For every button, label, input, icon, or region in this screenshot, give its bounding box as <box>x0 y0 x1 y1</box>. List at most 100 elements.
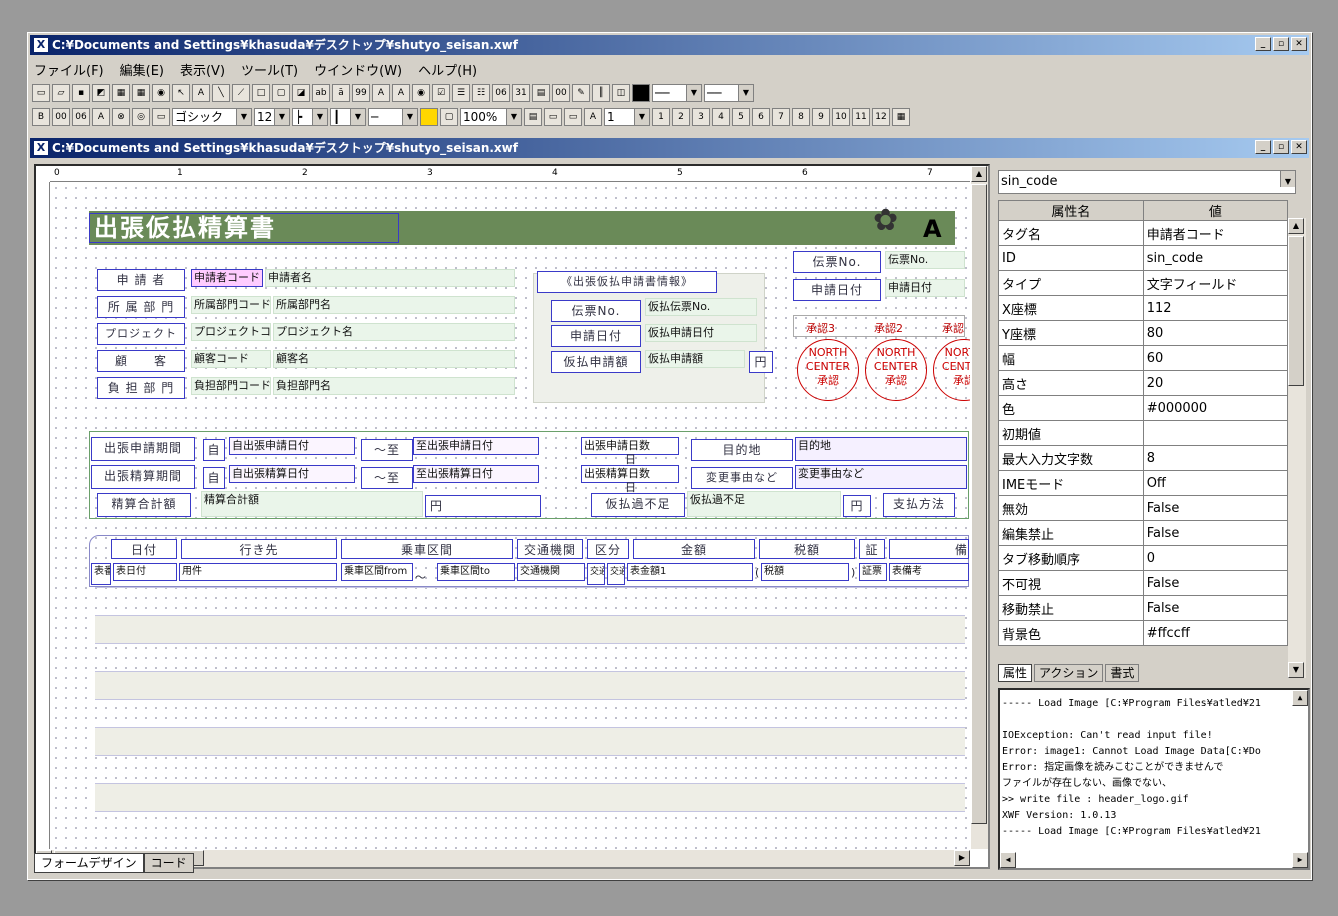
cell-route-from[interactable]: 乗車区間from <box>341 563 413 581</box>
clear-icon[interactable]: ⊗ <box>112 108 130 126</box>
label-settle-period[interactable]: 出張精算期間 <box>91 465 195 489</box>
rect-icon[interactable]: □ <box>252 84 270 102</box>
prop-scroll-down-icon[interactable]: ▼ <box>1288 662 1304 678</box>
property-row[interactable]: 幅 60 <box>998 345 1289 371</box>
property-row[interactable]: 背景色 #ffccff <box>998 620 1289 646</box>
grid-icon[interactable]: ▦ <box>132 84 150 102</box>
designer-vscroll[interactable]: ▲ <box>971 166 988 849</box>
ab-icon[interactable]: ab <box>312 84 330 102</box>
label-to-2[interactable]: ～至 <box>361 467 413 489</box>
property-row[interactable]: 高さ 20 <box>998 370 1289 396</box>
property-row[interactable]: X座標 112 <box>998 295 1289 321</box>
doc-close-button[interactable]: ✕ <box>1291 140 1307 154</box>
page8-icon[interactable]: 8 <box>792 108 810 126</box>
checkbox-icon[interactable]: ☑ <box>432 84 450 102</box>
property-value[interactable]: 60 <box>1142 345 1289 371</box>
property-value[interactable]: sin_code <box>1142 245 1289 271</box>
property-value[interactable]: False <box>1142 520 1289 546</box>
log-scroll-left-icon[interactable]: ◀ <box>1000 852 1016 868</box>
property-value[interactable]: 112 <box>1142 295 1289 321</box>
field-destination[interactable]: 目的地 <box>795 437 967 461</box>
field-applicant-code[interactable]: 申請者コード <box>191 269 263 287</box>
log-scroll-up-icon[interactable]: ▲ <box>1292 690 1308 706</box>
barcode-icon[interactable]: ║ <box>592 84 610 102</box>
label-icon[interactable]: A <box>392 84 410 102</box>
text-icon[interactable]: A <box>192 84 210 102</box>
preview-icon[interactable]: ◉ <box>152 84 170 102</box>
property-value[interactable] <box>1142 420 1289 446</box>
page6-icon[interactable]: 6 <box>752 108 770 126</box>
cell-tax[interactable]: 税額 <box>761 563 849 581</box>
field-proj-name[interactable]: プロジェクト名 <box>273 323 515 341</box>
label-to[interactable]: ～至 <box>361 439 413 461</box>
field-total[interactable]: 精算合計額 <box>201 491 423 517</box>
fill-icon[interactable] <box>420 108 438 126</box>
label-total[interactable]: 精算合計額 <box>97 493 191 517</box>
property-row[interactable]: 無効 False <box>998 495 1289 521</box>
form-designer[interactable]: 0 1 2 3 4 5 6 7 出張仮払精算書 ✿ A 申 請 者 所 属 部 … <box>34 164 990 869</box>
menu-file[interactable]: ファイル(F) <box>34 60 104 79</box>
page7-icon[interactable]: 7 <box>772 108 790 126</box>
cell-purpose[interactable]: 用件 <box>179 563 337 581</box>
field-dept-code[interactable]: 所属部門コード <box>191 296 271 314</box>
textarea-icon[interactable]: A <box>372 84 390 102</box>
header-transport[interactable]: 交通機関 <box>517 539 583 559</box>
property-row[interactable]: Y座標 80 <box>998 320 1289 346</box>
tab-icon[interactable]: ▭ <box>564 108 582 126</box>
property-row[interactable]: 不可視 False <box>998 570 1289 596</box>
cell-route-to[interactable]: 乗車区間to <box>437 563 515 581</box>
table-icon[interactable]: ▦ <box>112 84 130 102</box>
header-remarks[interactable]: 備 <box>889 539 969 559</box>
tab-attributes[interactable]: 属性 <box>998 664 1033 682</box>
open-icon[interactable]: ▱ <box>52 84 70 102</box>
tab-actions[interactable]: アクション <box>1034 664 1104 682</box>
label-voucher-no[interactable]: 伝票No. <box>793 251 881 273</box>
field-icon[interactable]: ā <box>332 84 350 102</box>
field-applicant-name[interactable]: 申請者名 <box>265 269 515 287</box>
property-value[interactable]: 20 <box>1142 370 1289 396</box>
header-route[interactable]: 乗車区間 <box>341 539 513 559</box>
field-cust-code[interactable]: 顧客コード <box>191 350 271 368</box>
label-from[interactable]: 自 <box>203 439 225 461</box>
field-adv-voucher[interactable]: 仮払伝票No. <box>645 298 757 316</box>
page12-icon[interactable]: 12 <box>872 108 890 126</box>
prop-scroll-thumb[interactable] <box>1288 236 1304 386</box>
field-adv-amount[interactable]: 仮払申請額 <box>645 350 745 368</box>
property-value[interactable]: Off <box>1142 470 1289 496</box>
pointer-icon[interactable]: ↖ <box>172 84 190 102</box>
menu-edit[interactable]: 編集(E) <box>120 60 164 79</box>
label-apply-date[interactable]: 申請日付 <box>551 325 641 347</box>
field-adv-date[interactable]: 仮払申請日付 <box>645 324 757 342</box>
label-destination[interactable]: 目的地 <box>691 439 793 461</box>
field-apply-date[interactable]: 申請日付 <box>885 279 965 297</box>
image-icon[interactable]: ◪ <box>292 84 310 102</box>
zoom-select[interactable]: 100% <box>460 108 522 126</box>
tab-form-design[interactable]: フォームデザイン <box>34 853 144 873</box>
align-select[interactable]: ┃ <box>330 108 366 126</box>
cell-remarks[interactable]: 表備考 <box>889 563 969 581</box>
font-a-icon[interactable]: A <box>92 108 110 126</box>
property-value[interactable]: False <box>1142 570 1289 596</box>
cell-transport[interactable]: 交通機関 <box>517 563 585 581</box>
folder-icon[interactable]: ▭ <box>544 108 562 126</box>
label-yen[interactable]: 円 <box>749 351 773 373</box>
label-project[interactable]: プロジェクト <box>97 323 185 345</box>
font-select[interactable]: ゴシック <box>172 108 252 126</box>
round-rect-icon[interactable]: ▢ <box>272 84 290 102</box>
scroll-up-icon[interactable]: ▲ <box>971 166 987 182</box>
label-burden[interactable]: 負 担 部 門 <box>97 377 185 399</box>
label-customer[interactable]: 顧 客 <box>97 350 185 372</box>
header-category[interactable]: 区分 <box>587 539 629 559</box>
property-row[interactable]: タグ名 申請者コード <box>998 220 1289 246</box>
list-icon[interactable]: ☰ <box>452 84 470 102</box>
field-trip-to[interactable]: 至出張申請日付 <box>413 437 539 455</box>
field-burden-code[interactable]: 負担部門コード <box>191 377 271 395</box>
cell-voucher[interactable]: 証票 <box>859 563 887 581</box>
property-row[interactable]: 最大入力文字数 8 <box>998 445 1289 471</box>
property-value[interactable]: 8 <box>1142 445 1289 471</box>
property-value[interactable]: False <box>1142 595 1289 621</box>
header-tax[interactable]: 税額 <box>759 539 855 559</box>
cell-category-2[interactable]: 交通 <box>607 563 625 585</box>
radio-icon[interactable]: ◉ <box>412 84 430 102</box>
close-button[interactable]: ✕ <box>1291 37 1307 51</box>
